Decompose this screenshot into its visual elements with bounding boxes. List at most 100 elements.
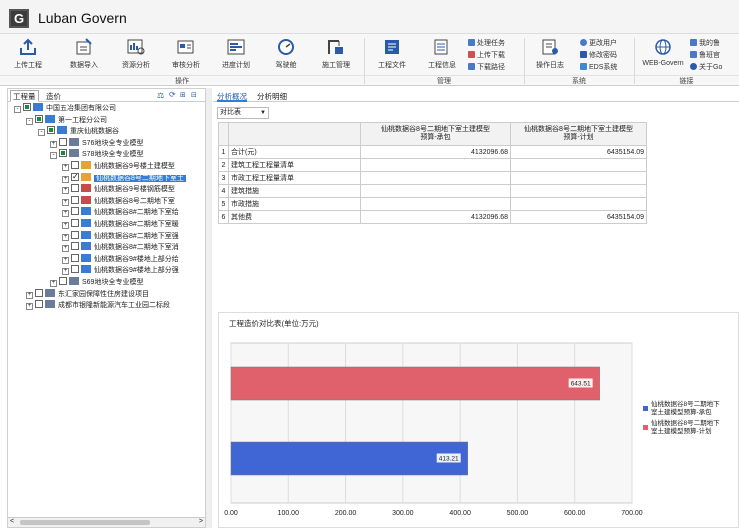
tree-item[interactable]: + 仙桃数据谷8#二期地下室消	[62, 242, 179, 254]
tree-item[interactable]: + 仙桃数据谷8#二期地下室给	[62, 207, 179, 219]
tree-checkbox[interactable]	[71, 171, 79, 183]
expand-icon[interactable]: +	[50, 140, 57, 148]
cockpit-button[interactable]: 驾驶舱	[268, 38, 304, 70]
luban-official-link[interactable]: 鲁班官	[690, 50, 720, 60]
tree-checkbox[interactable]	[71, 265, 79, 274]
tree-checkbox[interactable]	[71, 184, 79, 193]
operation-log-button[interactable]: 操作日志	[530, 38, 570, 70]
tree-checkbox[interactable]	[23, 103, 31, 111]
collapse-all-icon[interactable]: ⊟	[191, 91, 197, 99]
table-row[interactable]: 6 其他费 4132096.68 6435154.09	[218, 210, 647, 224]
tab-quantity[interactable]: 工程量	[10, 90, 39, 102]
tree-item[interactable]: + 仙桃数据谷8号二期地下室土	[62, 171, 186, 185]
change-password-button[interactable]: 修改密码	[580, 50, 617, 60]
expand-icon[interactable]: +	[62, 210, 69, 218]
collapse-icon[interactable]: -	[50, 152, 57, 160]
change-user-button[interactable]: 更改用户	[580, 38, 617, 48]
tree-checkbox[interactable]	[59, 149, 67, 158]
audit-analysis-button[interactable]: 审核分析	[166, 38, 206, 70]
tree-checkbox[interactable]	[59, 277, 67, 285]
web-govern-button[interactable]: WEB-Govern	[638, 38, 688, 67]
tree-checkbox[interactable]	[71, 230, 79, 239]
tree-item[interactable]: + S76地块全专业模型	[50, 137, 143, 150]
tree-item[interactable]: - S78地块全专业模型	[50, 149, 143, 161]
table-cell	[360, 184, 511, 198]
collapse-icon[interactable]: -	[14, 106, 21, 113]
tree-item[interactable]: - 第一工程分公司	[26, 114, 107, 127]
expand-icon[interactable]: +	[62, 198, 69, 206]
tree-filter-icon[interactable]: ⚖	[157, 91, 164, 100]
data-import-button[interactable]: 数据导入	[66, 38, 102, 70]
tab-analysis-detail[interactable]: 分析明细	[257, 91, 287, 102]
expand-icon[interactable]: +	[62, 222, 69, 229]
folder-icon	[81, 161, 91, 169]
app-logo: G	[9, 9, 29, 28]
tree-item[interactable]: + 仙桃数据谷8#二期地下室强	[62, 230, 179, 243]
tree-item[interactable]: + 仙桃数据谷9#楼地上部分给	[62, 253, 179, 266]
eds-system-button[interactable]: EDS系统	[580, 62, 617, 72]
tree-item[interactable]: + S69地块全专业模型	[50, 277, 143, 289]
expand-icon[interactable]: +	[26, 291, 33, 299]
table-header-cell: 仙桃数据谷8号二期地下室土建模型 预算-计划	[510, 122, 647, 146]
tree-item[interactable]: + 东汇家园保障性住房建设项目	[26, 288, 149, 301]
table-row[interactable]: 4 建筑措施	[218, 184, 647, 198]
expand-icon[interactable]: +	[50, 280, 57, 287]
download-path-button[interactable]: 下载路径	[468, 62, 505, 72]
my-luban-link[interactable]: 我的鲁	[690, 38, 720, 48]
upload-download-button[interactable]: 上传下载	[468, 50, 505, 60]
construction-management-button[interactable]: 施工管理	[316, 38, 356, 70]
scroll-left-icon[interactable]: <	[10, 518, 14, 525]
pane-splitter[interactable]	[206, 88, 212, 528]
tree-checkbox[interactable]	[71, 207, 79, 216]
table-row[interactable]: 2 建筑工程工程量清单	[218, 158, 647, 172]
schedule-plan-button[interactable]: 进度计划	[216, 38, 256, 70]
view-select[interactable]: 对比表 ▼	[217, 107, 269, 119]
tree-checkbox[interactable]	[35, 288, 43, 297]
resource-analysis-button[interactable]: 资源分析	[116, 38, 156, 70]
tree-checkbox[interactable]	[71, 242, 79, 251]
tree-item[interactable]: + 仙桃数据谷8#二期地下室暖	[62, 219, 179, 231]
tree-item[interactable]: - 重庆仙桃数据谷	[38, 126, 119, 138]
upload-project-button[interactable]: 上传工程	[10, 38, 46, 70]
expand-icon[interactable]: +	[62, 268, 69, 276]
expand-icon[interactable]: +	[62, 233, 69, 241]
tree-item[interactable]: + 仙桃数据谷9号楼土建模型	[62, 161, 175, 173]
refresh-icon[interactable]: ⟳	[169, 90, 176, 99]
collapse-icon[interactable]: -	[38, 129, 45, 137]
process-task-button[interactable]: 处理任务	[468, 38, 505, 48]
horizontal-scrollbar[interactable]: < >	[8, 517, 205, 527]
tree-checkbox[interactable]	[71, 219, 79, 227]
tree-checkbox[interactable]	[71, 161, 79, 169]
expand-all-icon[interactable]: ⊞	[180, 91, 186, 99]
project-info-button[interactable]: 工程信息	[422, 38, 462, 70]
tree-item[interactable]: + 仙桃数据谷9号楼钢筋模型	[62, 184, 175, 196]
tree-checkbox[interactable]	[59, 137, 67, 146]
scrollbar-thumb[interactable]	[20, 520, 150, 525]
tree-checkbox[interactable]	[47, 126, 55, 135]
tree-item[interactable]: + 仙桃数据谷9#楼地上部分强	[62, 265, 179, 277]
mep-icon	[81, 265, 91, 274]
expand-icon[interactable]: +	[62, 256, 69, 264]
tree-item[interactable]: - 中国五冶集团有限公司	[14, 103, 116, 115]
scroll-right-icon[interactable]: >	[199, 518, 203, 525]
tree-item[interactable]: + 仙桃数据谷8号二期地下室	[62, 195, 175, 208]
expand-icon[interactable]: +	[62, 187, 69, 195]
expand-icon[interactable]: +	[62, 245, 69, 253]
table-row[interactable]: 1 合计(元) 4132096.68 6435154.09	[218, 145, 647, 159]
tab-cost[interactable]: 造价	[44, 91, 63, 102]
collapse-icon[interactable]: -	[26, 117, 33, 125]
tree-checkbox[interactable]	[71, 253, 79, 262]
about-govern-link[interactable]: 关于Go	[690, 62, 722, 72]
tree-checkbox[interactable]	[71, 195, 79, 204]
tab-analysis-overview[interactable]: 分析概况	[217, 91, 247, 102]
expand-icon[interactable]: +	[26, 303, 33, 311]
expand-icon[interactable]: +	[62, 175, 69, 183]
table-row[interactable]: 5 市政措施	[218, 197, 647, 211]
tree-checkbox[interactable]	[35, 114, 43, 123]
table-row[interactable]: 3 市政工程工程量清单	[218, 171, 647, 185]
project-file-button[interactable]: 工程文件	[372, 38, 412, 70]
tree-checkbox[interactable]	[35, 300, 43, 309]
expand-icon[interactable]: +	[62, 164, 69, 171]
tree-item[interactable]: + 成都市银隆新能源汽车工业园二标段	[26, 300, 170, 312]
home-icon	[690, 51, 697, 58]
